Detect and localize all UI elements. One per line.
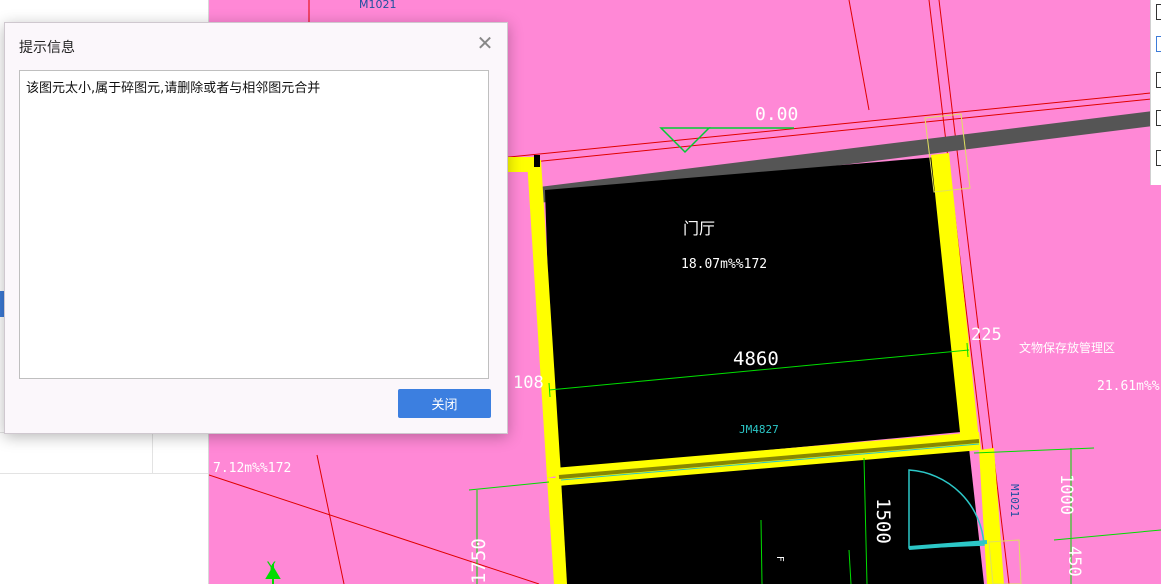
- dimension-450-label: 450: [1064, 546, 1084, 577]
- control-fragment: [1156, 72, 1161, 88]
- wall-joint: [534, 155, 540, 167]
- small-mark-label: F: [774, 556, 785, 562]
- control-fragment: [1156, 110, 1161, 126]
- control-fragment: [1156, 150, 1161, 166]
- message-dialog: 提示信息 ✕ 该图元太小,属于碎图元,请删除或者与相邻图元合并 关闭: [4, 22, 508, 434]
- window-label: JM4827: [739, 423, 779, 436]
- elevation-label: 0.00: [755, 104, 798, 125]
- dimension-1750-label: 1750: [468, 538, 490, 584]
- dialog-title: 提示信息: [19, 40, 75, 56]
- door-label-top: M1021: [359, 0, 397, 11]
- dimension-1500-label: 1500: [872, 498, 894, 544]
- right-room-area-label: 21.61m%%: [1097, 379, 1160, 394]
- message-text: 该图元太小,属于碎图元,请删除或者与相邻图元合并: [26, 81, 321, 96]
- control-fragment: [1156, 36, 1161, 52]
- table-row-divider: [0, 473, 208, 474]
- control-fragment: [1156, 4, 1161, 20]
- message-text-area[interactable]: 该图元太小,属于碎图元,请删除或者与相邻图元合并: [19, 70, 489, 379]
- dimension-1000-label: 1000: [1056, 474, 1076, 515]
- room-name-label: 门厅: [683, 219, 715, 238]
- door-label-right: M1021: [1008, 484, 1021, 517]
- close-button[interactable]: 关闭: [398, 389, 491, 418]
- room-area-label: 18.07m%%172: [681, 257, 767, 272]
- table-column-divider: [152, 432, 153, 474]
- right-room-name-label: 文物保存放管理区: [1019, 340, 1115, 355]
- axis-y-label: Y: [266, 560, 276, 576]
- dimension-left-label: 108: [513, 373, 544, 393]
- dimension-width-label: 4860: [733, 348, 779, 370]
- left-room-area-label: 7.12m%%172: [213, 461, 291, 476]
- dimension-right-label: 225: [971, 325, 1002, 345]
- right-panel-fragment: [1150, 0, 1161, 185]
- close-icon[interactable]: ✕: [475, 33, 495, 53]
